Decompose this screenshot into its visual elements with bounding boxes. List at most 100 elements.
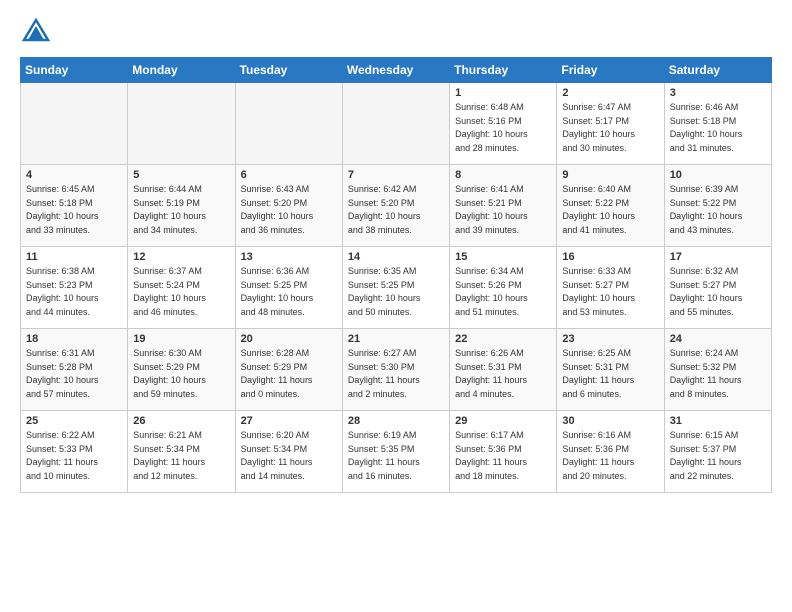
table-row: 23 Sunrise: 6:25 AM Sunset: 5:31 PM Dayli… xyxy=(557,329,664,411)
col-saturday: Saturday xyxy=(664,58,771,83)
table-row xyxy=(21,83,128,165)
calendar-week-row: 1 Sunrise: 6:48 AM Sunset: 5:16 PM Daylig… xyxy=(21,83,772,165)
table-row xyxy=(128,83,235,165)
day-info: Sunrise: 6:41 AM Sunset: 5:21 PM Dayligh… xyxy=(455,183,551,237)
day-number: 19 xyxy=(133,333,229,345)
day-number: 13 xyxy=(241,251,337,263)
day-number: 30 xyxy=(562,415,658,427)
col-tuesday: Tuesday xyxy=(235,58,342,83)
day-info: Sunrise: 6:17 AM Sunset: 5:36 PM Dayligh… xyxy=(455,429,551,483)
day-number: 23 xyxy=(562,333,658,345)
day-number: 27 xyxy=(241,415,337,427)
day-number: 14 xyxy=(348,251,444,263)
day-number: 2 xyxy=(562,87,658,99)
day-info: Sunrise: 6:28 AM Sunset: 5:29 PM Dayligh… xyxy=(241,347,337,401)
calendar-table: Sunday Monday Tuesday Wednesday Thursday… xyxy=(20,57,772,493)
day-info: Sunrise: 6:34 AM Sunset: 5:26 PM Dayligh… xyxy=(455,265,551,319)
day-info: Sunrise: 6:16 AM Sunset: 5:36 PM Dayligh… xyxy=(562,429,658,483)
table-row xyxy=(342,83,449,165)
table-row: 27 Sunrise: 6:20 AM Sunset: 5:34 PM Dayli… xyxy=(235,411,342,493)
col-sunday: Sunday xyxy=(21,58,128,83)
day-number: 11 xyxy=(26,251,122,263)
day-info: Sunrise: 6:20 AM Sunset: 5:34 PM Dayligh… xyxy=(241,429,337,483)
table-row: 22 Sunrise: 6:26 AM Sunset: 5:31 PM Dayli… xyxy=(450,329,557,411)
day-number: 8 xyxy=(455,169,551,181)
table-row: 4Sunrise: 6:45 AM Sunset: 5:18 PM Daylig… xyxy=(21,165,128,247)
day-info: Sunrise: 6:27 AM Sunset: 5:30 PM Dayligh… xyxy=(348,347,444,401)
table-row: 1 Sunrise: 6:48 AM Sunset: 5:16 PM Daylig… xyxy=(450,83,557,165)
day-number: 21 xyxy=(348,333,444,345)
day-info: Sunrise: 6:47 AM Sunset: 5:17 PM Dayligh… xyxy=(562,101,658,155)
day-info: Sunrise: 6:35 AM Sunset: 5:25 PM Dayligh… xyxy=(348,265,444,319)
day-number: 3 xyxy=(670,87,766,99)
day-info: Sunrise: 6:45 AM Sunset: 5:18 PM Dayligh… xyxy=(26,183,122,237)
day-number: 26 xyxy=(133,415,229,427)
day-number: 16 xyxy=(562,251,658,263)
day-info: Sunrise: 6:21 AM Sunset: 5:34 PM Dayligh… xyxy=(133,429,229,483)
table-row: 13 Sunrise: 6:36 AM Sunset: 5:25 PM Dayli… xyxy=(235,247,342,329)
table-row: 14 Sunrise: 6:35 AM Sunset: 5:25 PM Dayli… xyxy=(342,247,449,329)
table-row: 25Sunrise: 6:22 AM Sunset: 5:33 PM Dayli… xyxy=(21,411,128,493)
day-info: Sunrise: 6:43 AM Sunset: 5:20 PM Dayligh… xyxy=(241,183,337,237)
page: Sunday Monday Tuesday Wednesday Thursday… xyxy=(0,0,792,612)
day-info: Sunrise: 6:33 AM Sunset: 5:27 PM Dayligh… xyxy=(562,265,658,319)
day-info: Sunrise: 6:37 AM Sunset: 5:24 PM Dayligh… xyxy=(133,265,229,319)
day-number: 15 xyxy=(455,251,551,263)
calendar-week-row: 11Sunrise: 6:38 AM Sunset: 5:23 PM Dayli… xyxy=(21,247,772,329)
day-number: 1 xyxy=(455,87,551,99)
day-number: 22 xyxy=(455,333,551,345)
day-number: 6 xyxy=(241,169,337,181)
table-row: 15 Sunrise: 6:34 AM Sunset: 5:26 PM Dayli… xyxy=(450,247,557,329)
day-info: Sunrise: 6:15 AM Sunset: 5:37 PM Dayligh… xyxy=(670,429,766,483)
day-info: Sunrise: 6:48 AM Sunset: 5:16 PM Dayligh… xyxy=(455,101,551,155)
table-row: 11Sunrise: 6:38 AM Sunset: 5:23 PM Dayli… xyxy=(21,247,128,329)
logo-icon xyxy=(22,16,50,44)
day-number: 10 xyxy=(670,169,766,181)
day-number: 12 xyxy=(133,251,229,263)
day-number: 29 xyxy=(455,415,551,427)
day-number: 18 xyxy=(26,333,122,345)
col-monday: Monday xyxy=(128,58,235,83)
table-row: 7 Sunrise: 6:42 AM Sunset: 5:20 PM Daylig… xyxy=(342,165,449,247)
day-info: Sunrise: 6:40 AM Sunset: 5:22 PM Dayligh… xyxy=(562,183,658,237)
table-row: 26 Sunrise: 6:21 AM Sunset: 5:34 PM Dayli… xyxy=(128,411,235,493)
day-info: Sunrise: 6:39 AM Sunset: 5:22 PM Dayligh… xyxy=(670,183,766,237)
day-info: Sunrise: 6:22 AM Sunset: 5:33 PM Dayligh… xyxy=(26,429,122,483)
day-info: Sunrise: 6:30 AM Sunset: 5:29 PM Dayligh… xyxy=(133,347,229,401)
day-info: Sunrise: 6:46 AM Sunset: 5:18 PM Dayligh… xyxy=(670,101,766,155)
table-row: 21 Sunrise: 6:27 AM Sunset: 5:30 PM Dayli… xyxy=(342,329,449,411)
day-info: Sunrise: 6:32 AM Sunset: 5:27 PM Dayligh… xyxy=(670,265,766,319)
table-row xyxy=(235,83,342,165)
day-number: 28 xyxy=(348,415,444,427)
col-wednesday: Wednesday xyxy=(342,58,449,83)
table-row: 19 Sunrise: 6:30 AM Sunset: 5:29 PM Dayli… xyxy=(128,329,235,411)
day-number: 24 xyxy=(670,333,766,345)
calendar-header-row: Sunday Monday Tuesday Wednesday Thursday… xyxy=(21,58,772,83)
table-row: 3 Sunrise: 6:46 AM Sunset: 5:18 PM Daylig… xyxy=(664,83,771,165)
day-info: Sunrise: 6:24 AM Sunset: 5:32 PM Dayligh… xyxy=(670,347,766,401)
table-row: 16 Sunrise: 6:33 AM Sunset: 5:27 PM Dayli… xyxy=(557,247,664,329)
table-row: 18Sunrise: 6:31 AM Sunset: 5:28 PM Dayli… xyxy=(21,329,128,411)
logo xyxy=(20,16,50,49)
day-number: 31 xyxy=(670,415,766,427)
table-row: 20Sunrise: 6:28 AM Sunset: 5:29 PM Dayli… xyxy=(235,329,342,411)
day-number: 17 xyxy=(670,251,766,263)
table-row: 30 Sunrise: 6:16 AM Sunset: 5:36 PM Dayli… xyxy=(557,411,664,493)
day-info: Sunrise: 6:25 AM Sunset: 5:31 PM Dayligh… xyxy=(562,347,658,401)
day-info: Sunrise: 6:42 AM Sunset: 5:20 PM Dayligh… xyxy=(348,183,444,237)
calendar-week-row: 4Sunrise: 6:45 AM Sunset: 5:18 PM Daylig… xyxy=(21,165,772,247)
table-row: 10 Sunrise: 6:39 AM Sunset: 5:22 PM Dayli… xyxy=(664,165,771,247)
calendar-week-row: 18Sunrise: 6:31 AM Sunset: 5:28 PM Dayli… xyxy=(21,329,772,411)
col-friday: Friday xyxy=(557,58,664,83)
day-info: Sunrise: 6:36 AM Sunset: 5:25 PM Dayligh… xyxy=(241,265,337,319)
calendar-week-row: 25Sunrise: 6:22 AM Sunset: 5:33 PM Dayli… xyxy=(21,411,772,493)
day-number: 7 xyxy=(348,169,444,181)
table-row: 28Sunrise: 6:19 AM Sunset: 5:35 PM Dayli… xyxy=(342,411,449,493)
day-number: 5 xyxy=(133,169,229,181)
header xyxy=(20,16,772,49)
table-row: 2 Sunrise: 6:47 AM Sunset: 5:17 PM Daylig… xyxy=(557,83,664,165)
table-row: 8 Sunrise: 6:41 AM Sunset: 5:21 PM Daylig… xyxy=(450,165,557,247)
day-info: Sunrise: 6:26 AM Sunset: 5:31 PM Dayligh… xyxy=(455,347,551,401)
table-row: 24 Sunrise: 6:24 AM Sunset: 5:32 PM Dayli… xyxy=(664,329,771,411)
table-row: 6 Sunrise: 6:43 AM Sunset: 5:20 PM Daylig… xyxy=(235,165,342,247)
